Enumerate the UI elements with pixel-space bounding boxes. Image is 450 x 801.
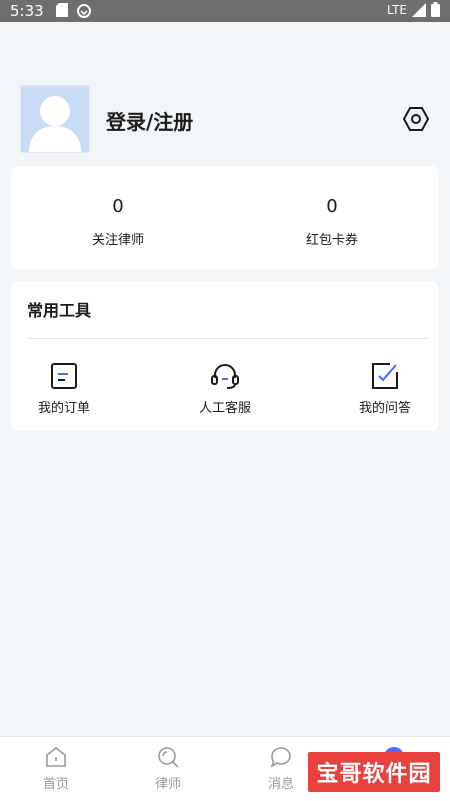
stats-card: 0 关注律师 0 红包卡券 (11, 166, 439, 269)
profile-header: 登录/注册 (20, 85, 430, 155)
followed-lawyers-label: 关注律师 (91, 233, 144, 248)
nav-label-lawyer: 律师 (154, 777, 181, 792)
lawyer-icon (158, 747, 179, 768)
qa-icon (372, 363, 398, 389)
followed-lawyers-count: 0 (112, 196, 124, 217)
avatar-placeholder-icon (29, 96, 81, 152)
sync-icon (77, 4, 91, 18)
tools-title: 常用工具 (27, 301, 92, 320)
status-time: 5:33 (10, 2, 44, 20)
coupons-stat[interactable]: 0 红包卡券 (225, 196, 439, 248)
headset-icon (211, 364, 239, 389)
home-icon (46, 746, 66, 767)
avatar[interactable] (20, 85, 90, 153)
my-orders-button[interactable]: 我的订单 (9, 361, 119, 416)
settings-icon (403, 107, 429, 131)
order-icon (51, 363, 77, 389)
network-type: LTE (387, 2, 407, 17)
status-bar: 5:33 LTE (0, 0, 450, 22)
coupons-count: 0 (326, 196, 338, 217)
battery-icon (431, 2, 440, 17)
my-qa-button[interactable]: 我的问答 (330, 361, 440, 416)
status-notification-icons (56, 3, 92, 19)
nav-item-lawyer[interactable]: 律师 (112, 745, 224, 792)
tools-divider (27, 338, 429, 339)
nav-label-home: 首页 (42, 777, 69, 792)
signal-icon (412, 2, 426, 17)
my-qa-label: 我的问答 (358, 401, 411, 416)
login-register-link[interactable]: 登录/注册 (106, 106, 193, 135)
followed-lawyers-stat[interactable]: 0 关注律师 (11, 196, 225, 248)
my-orders-label: 我的订单 (37, 401, 90, 416)
sd-card-icon (56, 3, 68, 17)
nav-item-home[interactable]: 首页 (0, 745, 112, 792)
customer-service-button[interactable]: 人工客服 (170, 361, 280, 416)
settings-button[interactable] (402, 105, 430, 133)
watermark: 宝哥软件园 (308, 752, 440, 792)
message-icon (270, 747, 291, 768)
status-right: LTE (387, 2, 440, 17)
tools-card: 常用工具 我的订单 人工客服 我的问答 (11, 281, 439, 431)
coupons-label: 红包卡券 (305, 233, 358, 248)
customer-service-label: 人工客服 (198, 401, 251, 416)
